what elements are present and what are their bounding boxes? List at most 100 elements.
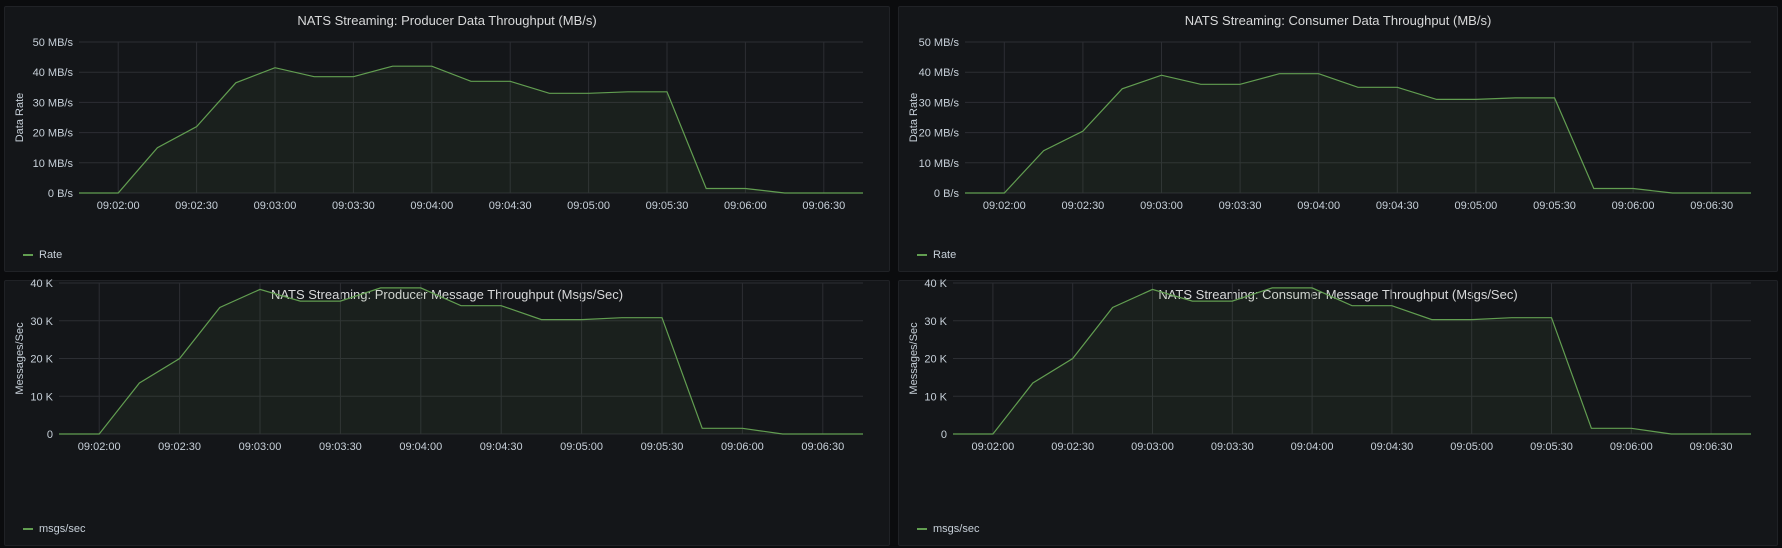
x-tick-label: 09:06:30 xyxy=(801,441,844,453)
x-tick-label: 09:06:30 xyxy=(1690,200,1733,212)
data-point xyxy=(627,91,629,93)
x-tick-label: 09:05:30 xyxy=(641,441,684,453)
y-tick-label: 30 K xyxy=(924,316,947,328)
legend-swatch xyxy=(917,528,927,530)
y-tick-label: 30 K xyxy=(30,316,53,328)
x-tick-label: 09:06:00 xyxy=(724,200,767,212)
data-point xyxy=(1670,433,1672,435)
data-point xyxy=(744,187,746,189)
chart-consumer-message-throughput[interactable]: 0 10 K 20 K 30 K 40 K 09:02:00 09:02:30 09:03:0… xyxy=(899,278,1779,547)
data-point xyxy=(822,433,824,435)
data-point xyxy=(580,318,582,320)
x-tick-label: 09:04:00 xyxy=(410,200,453,212)
data-point xyxy=(1630,427,1632,429)
data-point xyxy=(1239,83,1241,85)
x-tick-label: 09:05:00 xyxy=(560,441,603,453)
x-tick-label: 09:06:00 xyxy=(721,441,764,453)
panel-producer-data-throughput[interactable]: NATS Streaming: Producer Data Throughput… xyxy=(4,6,890,272)
y-tick-label: 10 K xyxy=(924,391,947,403)
data-point xyxy=(78,192,80,194)
data-point xyxy=(1475,98,1477,100)
data-point xyxy=(1550,317,1552,319)
data-point xyxy=(460,304,462,306)
legend-item-msgs-sec[interactable]: msgs/sec xyxy=(917,523,979,535)
x-tick-label: 09:02:30 xyxy=(1061,200,1104,212)
x-tick-label: 09:05:00 xyxy=(1454,200,1497,212)
y-tick-label: 40 MB/s xyxy=(33,67,74,79)
data-point xyxy=(1471,318,1473,320)
x-tick-label: 09:04:00 xyxy=(399,441,442,453)
x-tick-label: 09:02:30 xyxy=(158,441,201,453)
x-tick-label: 09:02:00 xyxy=(971,441,1014,453)
x-tick-label: 09:03:00 xyxy=(1140,200,1183,212)
legend-item-msgs-sec[interactable]: msgs/sec xyxy=(23,523,85,535)
x-tick-label: 09:03:00 xyxy=(1131,441,1174,453)
data-point xyxy=(1278,73,1280,75)
data-point xyxy=(1510,317,1512,319)
y-tick-label: 20 MB/s xyxy=(919,128,960,140)
data-point xyxy=(661,317,663,319)
legend-label: Rate xyxy=(933,249,957,261)
data-point xyxy=(339,300,341,302)
y-axis-label: Data Rate xyxy=(908,93,920,143)
x-tick-label: 09:06:00 xyxy=(1610,441,1653,453)
data-point xyxy=(235,82,237,84)
data-point xyxy=(1351,304,1353,306)
data-point xyxy=(379,287,381,289)
legend-label: Rate xyxy=(39,249,63,261)
x-tick-label: 09:05:00 xyxy=(1450,441,1493,453)
data-point xyxy=(540,318,542,320)
data-point xyxy=(964,192,966,194)
x-tick-label: 09:02:00 xyxy=(97,200,140,212)
x-tick-label: 09:02:30 xyxy=(175,200,218,212)
data-point xyxy=(274,66,276,68)
x-tick-label: 09:04:30 xyxy=(489,200,532,212)
legend-item-rate[interactable]: Rate xyxy=(917,249,956,261)
panel-consumer-data-throughput[interactable]: NATS Streaming: Consumer Data Throughput… xyxy=(898,6,1778,272)
y-tick-label: 0 B/s xyxy=(48,188,74,200)
data-point xyxy=(587,92,589,94)
chart-consumer-data-throughput[interactable]: 0 B/s 10 MB/s 20 MB/s 30 MB/s 40 MB/s 50 MB/s… xyxy=(899,7,1779,273)
data-point xyxy=(952,433,954,435)
x-tick-label: 09:05:30 xyxy=(1530,441,1573,453)
x-tick-label: 09:06:30 xyxy=(802,200,845,212)
data-point xyxy=(178,357,180,359)
y-axis-label: Messages/Sec xyxy=(14,322,26,395)
x-tick-label: 09:05:00 xyxy=(567,200,610,212)
data-point xyxy=(1151,288,1153,290)
data-point xyxy=(58,433,60,435)
data-point xyxy=(117,192,119,194)
data-point xyxy=(1750,433,1752,435)
data-point xyxy=(1710,433,1712,435)
data-point xyxy=(259,288,261,290)
x-tick-label: 09:04:30 xyxy=(1376,200,1419,212)
chart-producer-data-throughput[interactable]: 0 B/s 10 MB/s 20 MB/s 30 MB/s 40 MB/s 50 MB/s… xyxy=(5,7,891,273)
data-point xyxy=(548,92,550,94)
data-point xyxy=(701,427,703,429)
x-tick-label: 09:03:00 xyxy=(254,200,297,212)
data-point xyxy=(1042,150,1044,152)
legend-item-rate[interactable]: Rate xyxy=(23,249,62,261)
data-point xyxy=(783,192,785,194)
data-point xyxy=(1750,192,1752,194)
y-tick-label: 20 K xyxy=(30,354,53,366)
y-tick-label: 40 K xyxy=(30,278,53,290)
x-tick-label: 09:04:00 xyxy=(1297,200,1340,212)
legend-swatch xyxy=(23,254,33,256)
data-point xyxy=(1671,192,1673,194)
x-tick-label: 09:02:00 xyxy=(78,441,121,453)
data-point xyxy=(1391,304,1393,306)
data-point xyxy=(431,65,433,67)
data-point xyxy=(470,80,472,82)
data-point xyxy=(781,433,783,435)
legend-swatch xyxy=(917,254,927,256)
legend-label: msgs/sec xyxy=(39,523,86,535)
data-point xyxy=(1632,187,1634,189)
data-point xyxy=(1111,306,1113,308)
chart-producer-message-throughput[interactable]: 0 10 K 20 K 30 K 40 K 09:02:00 09:02:30 09:03:0… xyxy=(5,278,891,547)
panel-consumer-message-throughput[interactable]: NATS Streaming: Consumer Message Through… xyxy=(898,278,1779,547)
data-point xyxy=(1590,427,1592,429)
panel-producer-message-throughput[interactable]: NATS Streaming: Producer Message Through… xyxy=(4,278,891,547)
x-tick-label: 09:06:30 xyxy=(1690,441,1733,453)
y-tick-label: 10 MB/s xyxy=(919,158,960,170)
